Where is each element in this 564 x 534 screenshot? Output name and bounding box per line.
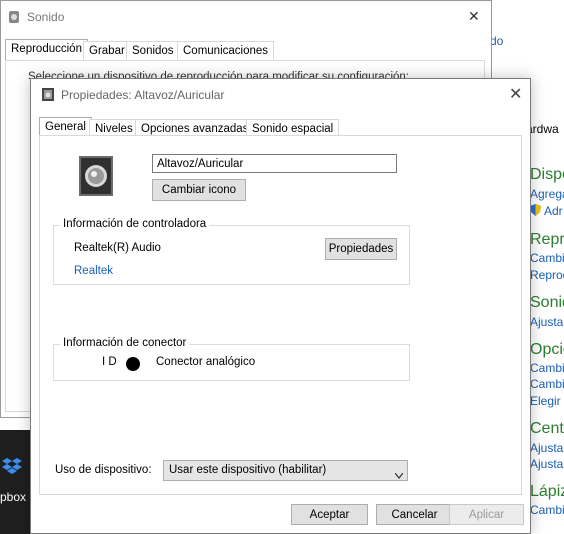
vendor-link[interactable]: Realtek bbox=[74, 265, 113, 277]
ajustar-link-2[interactable]: Ajustar bbox=[530, 441, 564, 455]
properties-close-icon[interactable]: ✕ bbox=[509, 84, 522, 104]
device-name-input[interactable] bbox=[152, 154, 397, 173]
cancel-button[interactable]: Cancelar bbox=[376, 504, 453, 525]
usage-selected: Usar este dispositivo (habilitar) bbox=[169, 464, 327, 476]
panel-link-fragment[interactable]: do bbox=[490, 34, 503, 48]
connector-id-label: I D bbox=[102, 356, 117, 368]
tab-sonidos[interactable]: Sonidos bbox=[126, 41, 180, 61]
cambiar-link-2[interactable]: Cambi bbox=[530, 361, 564, 375]
accept-button[interactable]: Aceptar bbox=[291, 504, 368, 525]
tab-reproduccion[interactable]: Reproducción bbox=[5, 39, 88, 62]
cambiar-link-4[interactable]: Cambi bbox=[530, 503, 564, 517]
sound-close-icon[interactable]: ✕ bbox=[468, 8, 480, 25]
cambiar-link-3[interactable]: Cambi bbox=[530, 377, 564, 391]
speaker-icon bbox=[78, 155, 114, 197]
opciones-heading: Opcio bbox=[530, 341, 564, 358]
chevron-down-icon bbox=[394, 467, 404, 479]
sonido-heading: Sonido bbox=[530, 294, 564, 311]
shield-icon bbox=[530, 204, 541, 216]
connector-group-label: Información de conector bbox=[60, 337, 190, 349]
tab-grabar[interactable]: Grabar bbox=[83, 41, 131, 61]
usage-dropdown[interactable]: Usar este dispositivo (habilitar) bbox=[163, 460, 408, 481]
dispositivos-heading: Dispo bbox=[530, 166, 564, 183]
dropbox-label[interactable]: pbox bbox=[0, 490, 26, 504]
lapiz-heading: Lápiz bbox=[530, 483, 564, 500]
admin-link[interactable]: Adr bbox=[544, 204, 563, 218]
reproduccion-heading: Repro bbox=[530, 231, 564, 248]
connector-type: Conector analógico bbox=[156, 356, 256, 368]
cambiar-link-1[interactable]: Cambi bbox=[530, 251, 564, 265]
centro-heading: Centr bbox=[530, 420, 564, 437]
driver-name: Realtek(R) Audio bbox=[74, 242, 161, 254]
properties-button[interactable]: Propiedades bbox=[325, 238, 397, 260]
tab-comunicaciones[interactable]: Comunicaciones bbox=[177, 41, 275, 61]
speaker-app-icon bbox=[8, 10, 20, 24]
ajustar-link-3[interactable]: Ajustar bbox=[530, 457, 564, 471]
controller-group-label: Información de controladora bbox=[60, 218, 210, 230]
jack-color-dot bbox=[126, 357, 140, 371]
controller-group: Información de controladora Realtek(R) A… bbox=[53, 218, 410, 285]
dropbox-icon[interactable] bbox=[2, 458, 24, 474]
taskbar-strip bbox=[0, 430, 32, 534]
change-icon-button[interactable]: Cambiar icono bbox=[152, 179, 246, 201]
ajustar-link-1[interactable]: Ajustar bbox=[530, 315, 564, 329]
properties-window: Propiedades: Altavoz/Auricular ✕ General… bbox=[30, 78, 531, 534]
sound-window-title: Sonido bbox=[27, 10, 65, 24]
apply-button[interactable]: Aplicar bbox=[449, 504, 524, 525]
connector-group: Información de conector I D Conector ana… bbox=[53, 337, 410, 381]
usage-label: Uso de dispositivo: bbox=[55, 464, 152, 476]
properties-title: Propiedades: Altavoz/Auricular bbox=[61, 88, 225, 102]
elegir-link[interactable]: Elegir u bbox=[530, 394, 564, 408]
reproduccion-link[interactable]: Reprod bbox=[530, 268, 564, 282]
speaker-device-icon bbox=[42, 88, 54, 101]
agregar-link[interactable]: Agrega bbox=[530, 187, 564, 201]
